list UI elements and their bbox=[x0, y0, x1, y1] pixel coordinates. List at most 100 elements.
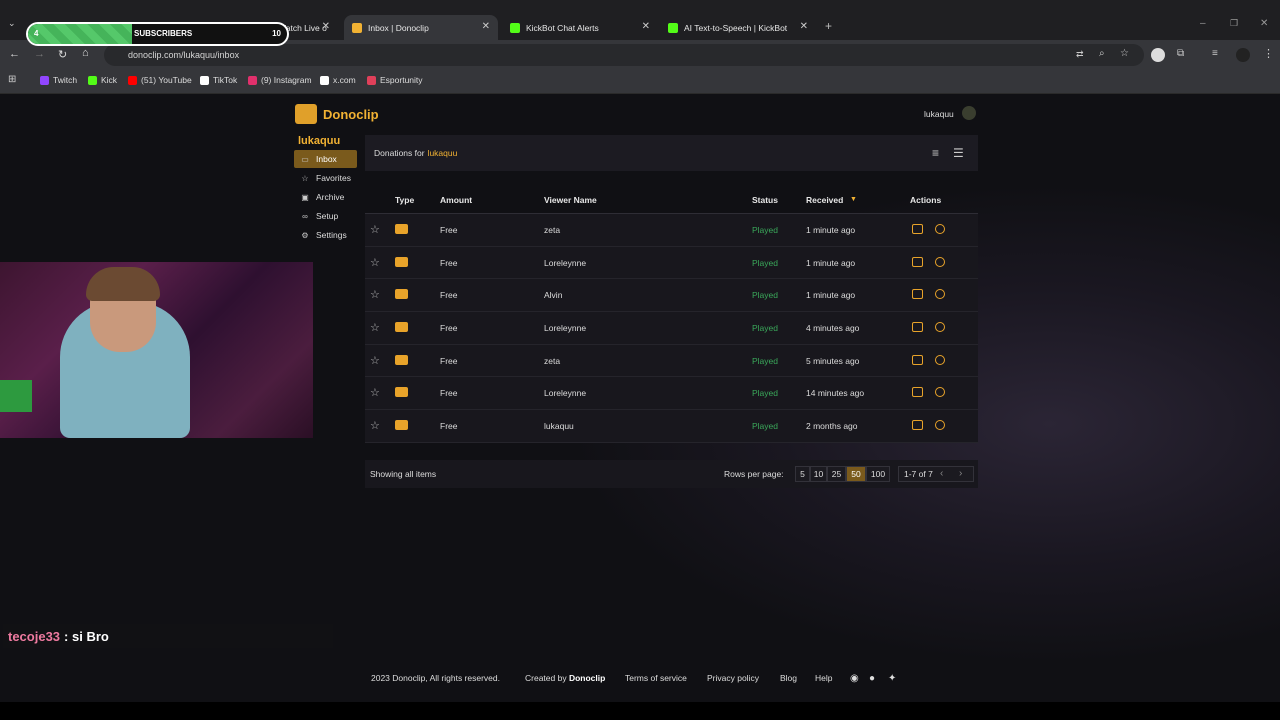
footer-privacy-link[interactable]: Privacy policy bbox=[707, 673, 759, 683]
menu-icon[interactable]: ⋮ bbox=[1263, 47, 1274, 60]
sidebar-item-favorites[interactable]: ☆ Favorites bbox=[294, 169, 357, 187]
tab-donoclip-inbox[interactable]: Inbox | Donoclip ✕ bbox=[344, 15, 498, 40]
replay-clip-icon[interactable] bbox=[912, 354, 923, 365]
back-icon[interactable]: ← bbox=[9, 48, 20, 60]
zoom-icon[interactable]: ⌕ bbox=[1099, 48, 1105, 59]
replay-clip-icon[interactable] bbox=[912, 387, 923, 398]
filter-icon[interactable]: ≡ bbox=[932, 146, 939, 160]
streamer-hair bbox=[86, 267, 160, 301]
page-size-5[interactable]: 5 bbox=[795, 466, 810, 482]
table-row[interactable]: ☆ Free Loreleynne Played 1 minute ago bbox=[365, 246, 978, 280]
forward-icon[interactable]: → bbox=[34, 48, 45, 60]
table-row[interactable]: ☆ Free zeta Played 1 minute ago bbox=[365, 214, 978, 247]
facebook-icon[interactable]: ● bbox=[869, 673, 875, 684]
page-size-50[interactable]: 50 bbox=[846, 466, 866, 482]
sidebar-item-setup[interactable]: ∞ Setup bbox=[294, 207, 357, 225]
user-avatar[interactable] bbox=[962, 106, 976, 120]
play-icon[interactable] bbox=[935, 322, 945, 333]
replay-clip-icon[interactable] bbox=[912, 420, 923, 431]
reload-icon[interactable]: ↻ bbox=[58, 48, 67, 61]
apps-grid-icon[interactable]: ⊞ bbox=[8, 74, 16, 85]
home-icon[interactable]: ⌂ bbox=[82, 47, 89, 59]
prev-page-icon[interactable]: ‹ bbox=[940, 468, 943, 479]
favorite-star-icon[interactable]: ☆ bbox=[370, 321, 380, 334]
col-viewer[interactable]: Viewer Name bbox=[544, 195, 597, 205]
extensions-icon[interactable]: ⧉ bbox=[1177, 48, 1184, 59]
bookmark-instagram[interactable]: (9) Instagram bbox=[248, 75, 312, 85]
col-status[interactable]: Status bbox=[752, 195, 778, 205]
media-icon[interactable]: ≡ bbox=[1212, 48, 1218, 59]
minimize-icon[interactable]: – bbox=[1200, 18, 1206, 29]
url-input[interactable]: donoclip.com/lukaquu/inbox bbox=[104, 44, 1144, 66]
tab-kickbot-chat[interactable]: KickBot Chat Alerts ✕ bbox=[502, 15, 658, 40]
sidebar-item-archive[interactable]: ▣ Archive bbox=[294, 188, 357, 206]
page-size-10[interactable]: 10 bbox=[810, 466, 827, 482]
page-range-text: 1-7 of 7 bbox=[904, 469, 933, 479]
page-size-100[interactable]: 100 bbox=[866, 466, 890, 482]
twitter-icon[interactable]: ✦ bbox=[888, 673, 896, 684]
replay-clip-icon[interactable] bbox=[912, 322, 923, 333]
close-tab-icon[interactable]: ✕ bbox=[322, 21, 330, 32]
close-tab-icon[interactable]: ✕ bbox=[800, 21, 808, 32]
new-tab-icon[interactable]: + bbox=[825, 19, 832, 33]
bookmark-kick[interactable]: Kick bbox=[88, 75, 117, 85]
chat-text: : si Bro bbox=[64, 628, 109, 644]
sidebar-item-settings[interactable]: ⚙ Settings bbox=[294, 226, 357, 244]
bookmark-esportunity[interactable]: Esportunity bbox=[367, 75, 423, 85]
profile-avatar-icon[interactable] bbox=[1236, 48, 1250, 62]
table-row[interactable]: ☆ Free Alvin Played 1 minute ago bbox=[365, 279, 978, 313]
replay-clip-icon[interactable] bbox=[912, 289, 923, 300]
replay-clip-icon[interactable] bbox=[912, 224, 923, 234]
sliders-icon[interactable]: ☰ bbox=[953, 146, 964, 160]
bookmark-star-icon[interactable]: ☆ bbox=[1120, 48, 1129, 59]
amount-cell: Free bbox=[440, 290, 458, 301]
page-size-25[interactable]: 25 bbox=[827, 466, 846, 482]
created-by-name[interactable]: Donoclip bbox=[569, 673, 605, 683]
maximize-icon[interactable]: ❐ bbox=[1230, 18, 1238, 29]
replay-clip-icon[interactable] bbox=[912, 256, 923, 267]
table-row[interactable]: ☆ Free Loreleynne Played 14 minutes ago bbox=[365, 377, 978, 411]
footer-help-link[interactable]: Help bbox=[815, 673, 832, 683]
play-icon[interactable] bbox=[935, 354, 945, 365]
favorite-star-icon[interactable]: ☆ bbox=[370, 354, 380, 367]
play-icon[interactable] bbox=[935, 387, 945, 398]
favorite-star-icon[interactable]: ☆ bbox=[370, 419, 380, 432]
close-tab-icon[interactable]: ✕ bbox=[642, 21, 650, 32]
translate-icon[interactable]: ⇄ bbox=[1076, 49, 1084, 60]
bookmark-youtube[interactable]: (51) YouTube bbox=[128, 75, 192, 85]
footer-blog-link[interactable]: Blog bbox=[780, 673, 797, 683]
sidebar-item-label: Settings bbox=[316, 230, 347, 240]
col-received[interactable]: Received bbox=[806, 195, 843, 205]
col-amount[interactable]: Amount bbox=[440, 195, 472, 205]
panel-title-user[interactable]: lukaquu bbox=[428, 148, 458, 158]
favorite-star-icon[interactable]: ☆ bbox=[370, 256, 380, 269]
sort-desc-icon[interactable]: ▼ bbox=[850, 196, 857, 203]
bookmark-x[interactable]: x.com bbox=[320, 75, 356, 85]
donoclip-logo[interactable]: Donoclip bbox=[295, 104, 379, 124]
table-row[interactable]: ☆ Free zeta Played 5 minutes ago bbox=[365, 344, 978, 378]
bookmark-twitch[interactable]: Twitch bbox=[40, 75, 77, 85]
header-username[interactable]: lukaquu bbox=[924, 109, 954, 119]
favorite-star-icon[interactable]: ☆ bbox=[370, 223, 380, 236]
sidebar-item-inbox[interactable]: ▭ Inbox bbox=[294, 150, 357, 168]
close-tab-icon[interactable]: ✕ bbox=[482, 21, 490, 32]
next-page-icon[interactable]: › bbox=[959, 468, 962, 479]
status-cell: Played bbox=[752, 225, 778, 235]
favorite-star-icon[interactable]: ☆ bbox=[370, 386, 380, 399]
discord-icon[interactable]: ◉ bbox=[850, 673, 859, 684]
play-icon[interactable] bbox=[935, 256, 945, 267]
favorite-star-icon[interactable]: ☆ bbox=[370, 288, 380, 301]
play-icon[interactable] bbox=[935, 289, 945, 300]
tab-kickbot-tts[interactable]: AI Text-to-Speech | KickBot ✕ bbox=[660, 15, 816, 40]
table-row[interactable]: ☆ Free lukaquu Played 2 months ago bbox=[365, 410, 978, 443]
col-type[interactable]: Type bbox=[395, 195, 414, 205]
table-row[interactable]: ☆ Free Loreleynne Played 4 minutes ago bbox=[365, 312, 978, 345]
bookmark-tiktok[interactable]: TikTok bbox=[200, 75, 237, 85]
profile-extension-icon[interactable] bbox=[1151, 48, 1165, 62]
amount-cell: Free bbox=[440, 257, 458, 268]
play-icon[interactable] bbox=[935, 420, 945, 431]
play-icon[interactable] bbox=[935, 224, 945, 234]
tab-search-icon[interactable]: ⌄ bbox=[8, 18, 16, 29]
footer-terms-link[interactable]: Terms of service bbox=[625, 673, 687, 683]
close-window-icon[interactable]: ✕ bbox=[1260, 18, 1268, 29]
